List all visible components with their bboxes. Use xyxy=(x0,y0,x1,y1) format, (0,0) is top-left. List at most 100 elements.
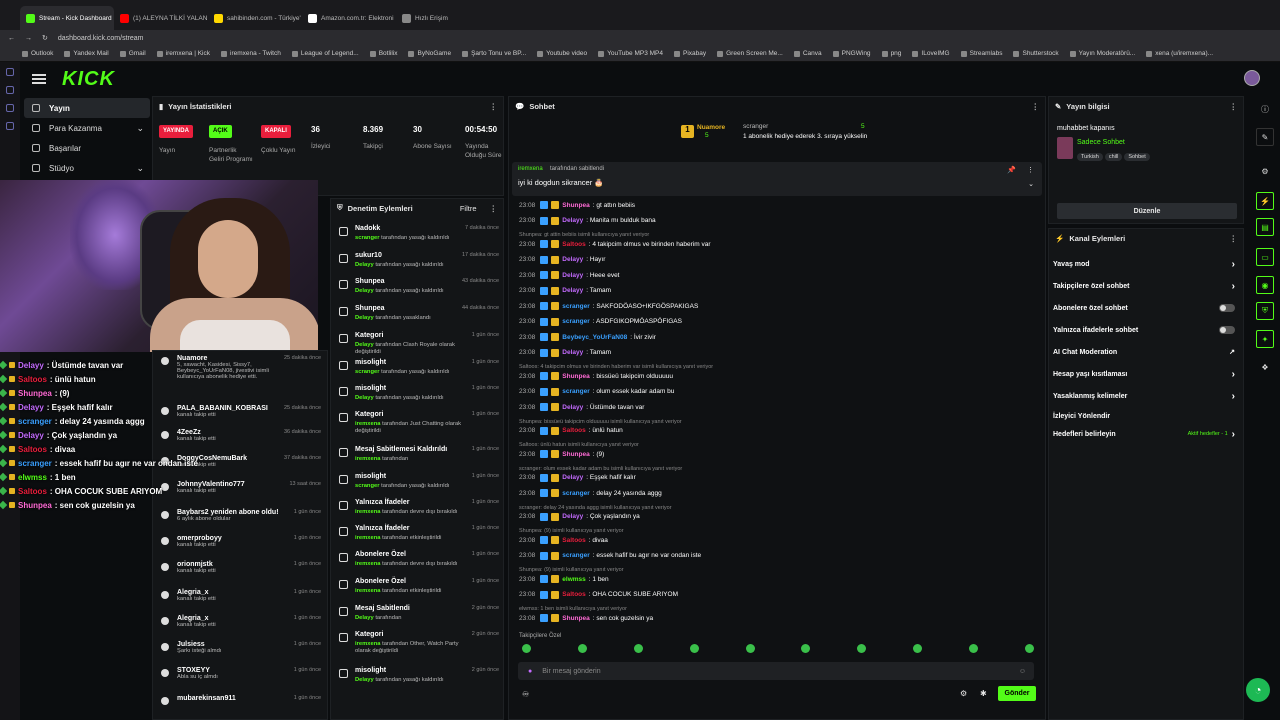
channel-action-item[interactable]: Takipçilere özel sohbet › xyxy=(1053,279,1241,293)
url-field[interactable]: dashboard.kick.com/stream xyxy=(58,35,144,42)
chat-username[interactable]: scranger xyxy=(562,552,589,559)
bookmark-item[interactable]: iremxena | Kick xyxy=(156,50,210,57)
moderation-user[interactable]: Delayy xyxy=(355,615,374,621)
emote-icon[interactable] xyxy=(801,644,811,653)
reload-icon[interactable]: ↻ xyxy=(42,34,48,42)
moderation-user[interactable]: iremxena xyxy=(355,535,380,541)
help-chat-button[interactable]: ◔ xyxy=(1246,678,1270,702)
emote-icon[interactable] xyxy=(857,644,867,653)
chevron-down-icon[interactable]: ⌄ xyxy=(136,123,144,134)
chat-settings-icon[interactable]: ♾ xyxy=(522,690,529,699)
browser-tab[interactable]: Stream - Kick Dashboard xyxy=(20,6,114,30)
chevron-right-icon[interactable]: › xyxy=(1232,369,1235,380)
mod-tools-icon[interactable]: ✱ xyxy=(980,689,987,698)
chat-username[interactable]: Delayy xyxy=(562,256,583,263)
chat-username[interactable]: Delayy xyxy=(562,474,583,481)
send-button[interactable]: Gönder xyxy=(998,686,1036,701)
nav-item[interactable]: Başarılar xyxy=(24,138,150,158)
more-icon[interactable]: ⋮ xyxy=(1230,102,1238,111)
more-icon[interactable]: ⋮ xyxy=(1230,234,1238,243)
chat-username[interactable]: Delayy xyxy=(562,217,583,224)
moderation-icon[interactable]: ⛨ xyxy=(1256,302,1274,320)
bookmark-item[interactable]: Pixabay xyxy=(674,50,706,57)
pinned-message[interactable]: iremxena tarafından sabitlendi iyi ki do… xyxy=(512,162,1042,196)
chevron-right-icon[interactable]: › xyxy=(1232,281,1235,292)
bookmark-item[interactable]: Yandex Mail xyxy=(64,50,109,57)
bookmark-item[interactable]: Youtube video xyxy=(537,50,587,57)
filter-button[interactable]: Filtre xyxy=(460,204,477,213)
chat-username[interactable]: Beybeyc_YoUrFaN08 xyxy=(562,334,627,341)
chat-username[interactable]: Shunpea xyxy=(562,451,589,458)
bookmark-item[interactable]: Yayın Moderatörü... xyxy=(1069,50,1135,57)
browser-tab[interactable]: Hızlı Erişim xyxy=(396,6,490,30)
bookmark-item[interactable]: Botlilix xyxy=(369,50,397,57)
chat-username[interactable]: Delayy xyxy=(562,513,583,520)
moderation-user[interactable]: Delayy xyxy=(355,342,374,348)
nav-item[interactable]: Yayın xyxy=(24,98,150,118)
moderation-user[interactable]: iremxena xyxy=(355,588,380,594)
bookmark-item[interactable]: Gmail xyxy=(119,50,146,57)
chat-username[interactable]: scranger xyxy=(562,388,589,395)
toggle-switch[interactable] xyxy=(1219,326,1235,334)
more-icon[interactable]: ⋮ xyxy=(490,204,498,213)
moderation-user[interactable]: scranger xyxy=(355,235,380,241)
bookmark-item[interactable]: PNGWing xyxy=(832,50,871,57)
back-icon[interactable]: ← xyxy=(8,35,15,42)
browser-tab[interactable]: Amazon.com.tr: Elektroni xyxy=(302,6,396,30)
chat-username[interactable]: scranger xyxy=(562,490,589,497)
sidebar-app-icon[interactable] xyxy=(6,68,14,76)
moderation-user[interactable]: iremxena xyxy=(355,421,380,427)
chat-username[interactable]: Shunpea xyxy=(562,202,589,209)
moderation-user[interactable]: Delayy xyxy=(355,315,374,321)
kick-logo[interactable]: KICK xyxy=(62,68,115,91)
moderation-user[interactable]: iremxena xyxy=(355,641,380,647)
nav-item[interactable]: Para Kazanma ⌄ xyxy=(24,118,150,138)
chat-username[interactable]: Saltoos xyxy=(562,537,585,544)
category-name[interactable]: Sadece Sohbet xyxy=(1077,139,1125,146)
chat-username[interactable]: Saltoos xyxy=(562,591,585,598)
channel-action-item[interactable]: AI Chat Moderation ↗ xyxy=(1053,345,1241,359)
browser-tab[interactable]: sahibinden.com - Türkiye' xyxy=(208,6,302,30)
bookmark-item[interactable]: Canva xyxy=(793,50,822,57)
chat-username[interactable]: Delayy xyxy=(562,272,583,279)
emote-icon[interactable] xyxy=(522,644,531,653)
bookmark-item[interactable]: Şarto Tonu ve BP... xyxy=(462,50,526,57)
external-link-icon[interactable]: ↗ xyxy=(1229,348,1235,356)
broadcast-icon[interactable]: ◉ xyxy=(1256,276,1274,294)
bookmark-item[interactable]: xena (u/iremxena)... xyxy=(1146,50,1213,57)
nav-item[interactable]: Stüdyo ⌄ xyxy=(24,158,150,178)
channel-action-item[interactable]: Hedefleri belirleyin Aktif hedefler - 1 › xyxy=(1053,427,1241,441)
channel-action-item[interactable]: İzleyici Yönlendir xyxy=(1053,409,1241,423)
sidebar-app-icon[interactable] xyxy=(6,104,14,112)
more-icon[interactable]: ⋮ xyxy=(490,102,498,111)
channel-action-item[interactable]: Hesap yaşı kısıtlaması › xyxy=(1053,367,1241,381)
bookmark-item[interactable]: iremxena - Twitch xyxy=(221,50,281,57)
chat-username[interactable]: scranger xyxy=(562,318,589,325)
tools-icon[interactable]: ✦ xyxy=(1256,330,1274,348)
chat-input[interactable]: ● Bir mesaj gönderin ☺ xyxy=(518,662,1034,680)
moderation-user[interactable]: iremxena xyxy=(355,561,380,567)
moderation-user[interactable]: Delayy xyxy=(355,288,374,294)
bookmark-item[interactable]: Outlook xyxy=(22,50,53,57)
chevron-down-icon[interactable]: ⌄ xyxy=(136,163,144,174)
sidebar-app-icon[interactable] xyxy=(6,86,14,94)
emoji-icon[interactable]: ☺ xyxy=(1019,668,1026,675)
chat-username[interactable]: Delayy xyxy=(562,287,583,294)
bookmark-item[interactable]: League of Legend... xyxy=(291,50,359,57)
moderation-user[interactable]: Delayy xyxy=(355,262,374,268)
chat-username[interactable]: Shunpea xyxy=(562,615,589,622)
user-avatar[interactable] xyxy=(1244,70,1260,86)
emote-icon[interactable] xyxy=(969,644,978,653)
emote-icon[interactable] xyxy=(577,644,587,653)
chevron-down-icon[interactable]: ⌄ xyxy=(1028,180,1034,188)
chat-username[interactable]: elwmss xyxy=(562,576,586,583)
channel-action-item[interactable]: Abonelere özel sohbet xyxy=(1053,301,1241,315)
gear-icon[interactable]: ⚙ xyxy=(960,689,967,698)
forward-icon[interactable]: → xyxy=(25,35,32,42)
moderation-user[interactable]: Delayy xyxy=(355,677,374,683)
channel-action-item[interactable]: Yasaklanmış kelimeler › xyxy=(1053,389,1241,403)
settings-icon[interactable]: ⚙ xyxy=(1256,162,1274,180)
moderation-user[interactable]: iremxena xyxy=(355,456,380,462)
hamburger-menu-icon[interactable] xyxy=(32,74,46,84)
more-icon[interactable]: ⋮ xyxy=(1027,166,1034,174)
